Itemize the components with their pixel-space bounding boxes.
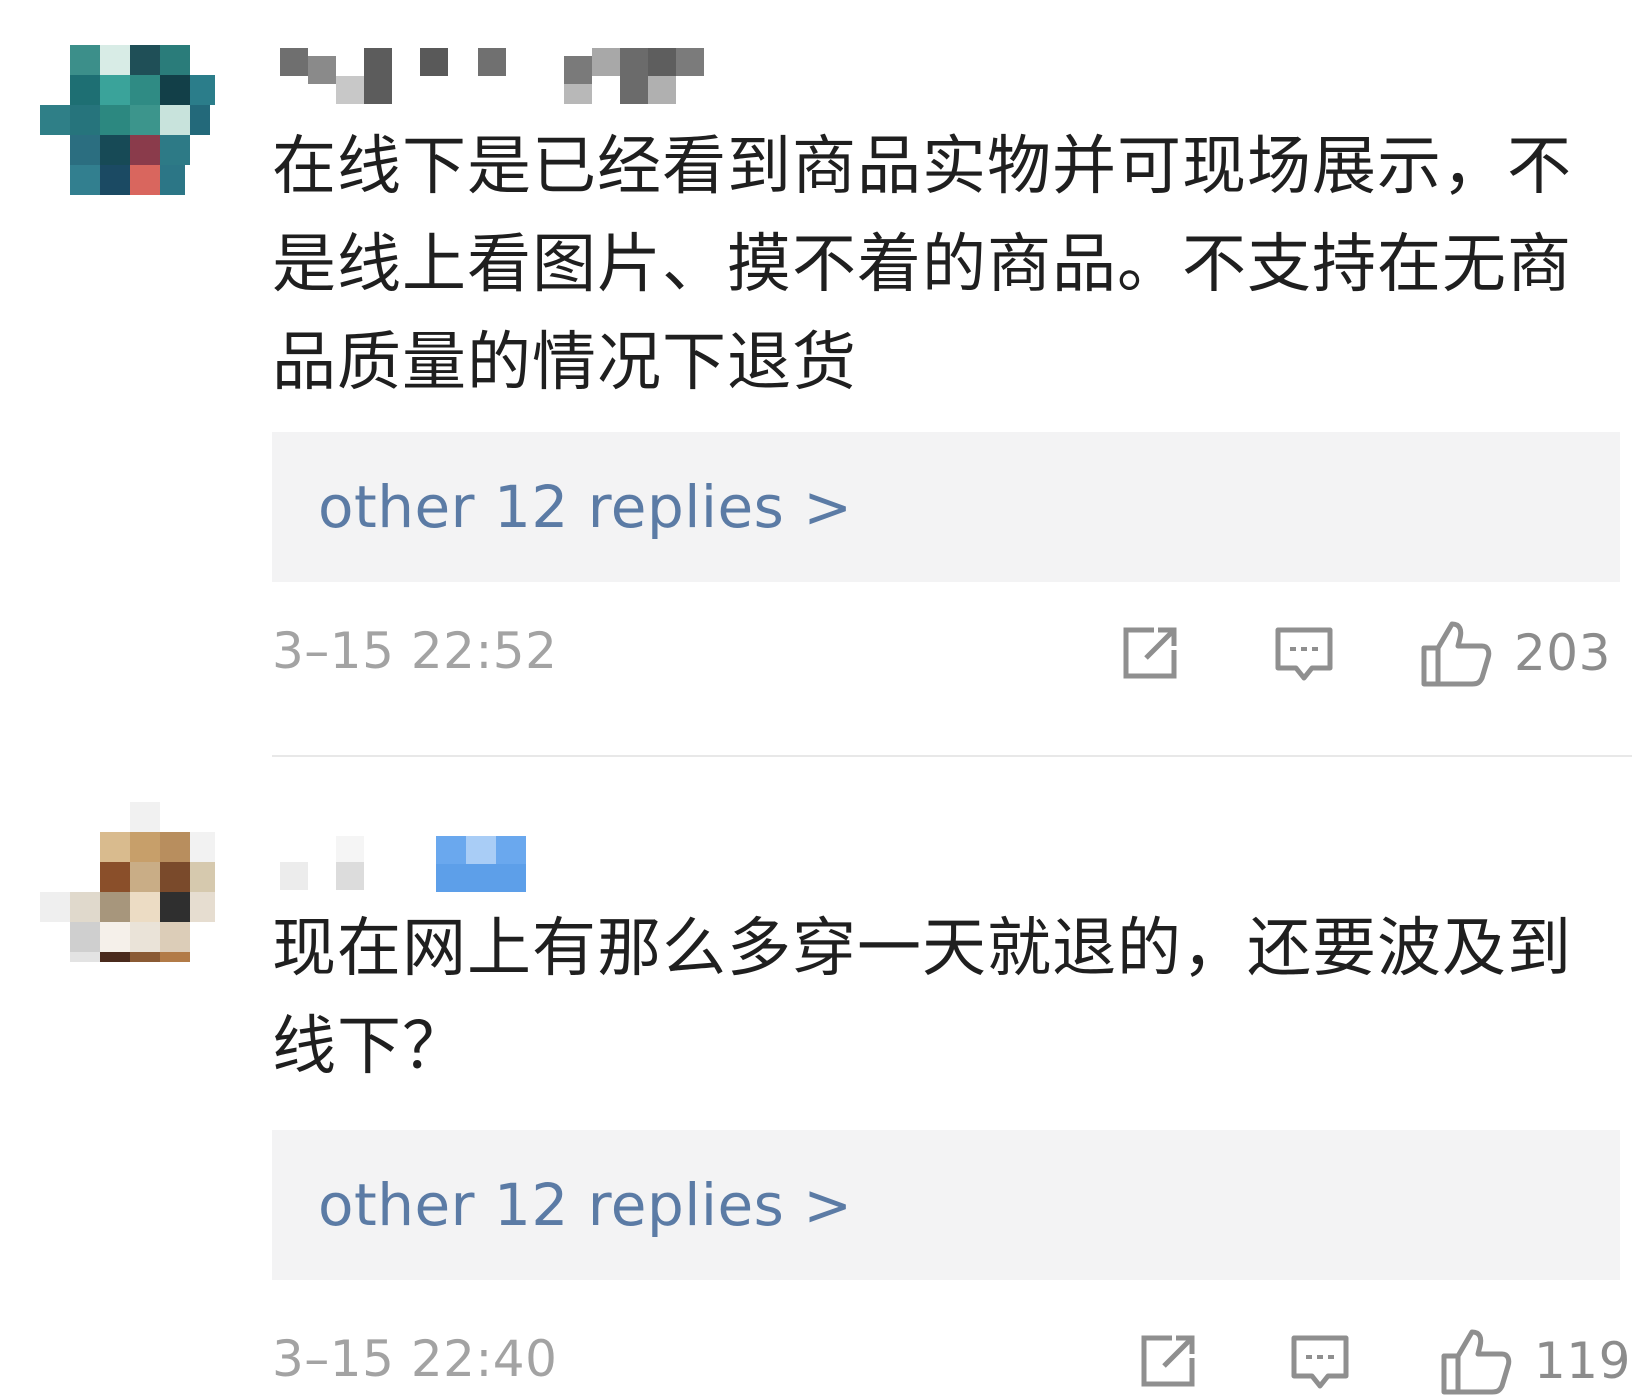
share-icon xyxy=(1123,627,1177,679)
pixelated-avatar-icon xyxy=(40,45,215,195)
share-icon xyxy=(1141,1335,1195,1387)
username-redacted[interactable] xyxy=(280,836,540,900)
other-replies-link[interactable]: other 12 replies > xyxy=(318,1171,852,1239)
share-button[interactable] xyxy=(1118,624,1182,682)
like-button[interactable]: 119 xyxy=(1440,1326,1631,1396)
thumbs-up-icon xyxy=(1421,621,1492,687)
other-replies-button[interactable]: other 12 replies > xyxy=(272,1130,1620,1280)
pixelated-username-icon xyxy=(280,48,704,104)
username-redacted[interactable] xyxy=(280,48,720,112)
comment-text: 现在网上有那么多穿一天就退的，还要波及到线下？ xyxy=(272,912,1572,1084)
pixelated-avatar-icon xyxy=(40,802,215,962)
comment-divider xyxy=(272,755,1632,757)
pixelated-username-icon xyxy=(280,836,526,892)
like-count: 203 xyxy=(1514,624,1611,682)
other-replies-button[interactable]: other 12 replies > xyxy=(272,432,1620,582)
thumbs-up-icon xyxy=(1441,1329,1512,1395)
comment-text: 在线下是已经看到商品实物并可现场展示，不是线上看图片、摸不着的商品。不支持在无商… xyxy=(272,130,1572,400)
comment-icon xyxy=(1275,627,1333,681)
avatar[interactable] xyxy=(40,40,220,200)
share-button[interactable] xyxy=(1136,1332,1200,1390)
like-count: 119 xyxy=(1534,1332,1631,1390)
reply-button[interactable] xyxy=(1288,1332,1352,1396)
other-replies-link[interactable]: other 12 replies > xyxy=(318,473,852,541)
comment-icon xyxy=(1291,1335,1349,1389)
reply-button[interactable] xyxy=(1272,624,1336,688)
comment-timestamp: 3–15 22:52 xyxy=(272,622,558,680)
avatar[interactable] xyxy=(40,802,220,962)
like-button[interactable]: 203 xyxy=(1420,618,1611,688)
comment-timestamp: 3–15 22:40 xyxy=(272,1330,558,1388)
